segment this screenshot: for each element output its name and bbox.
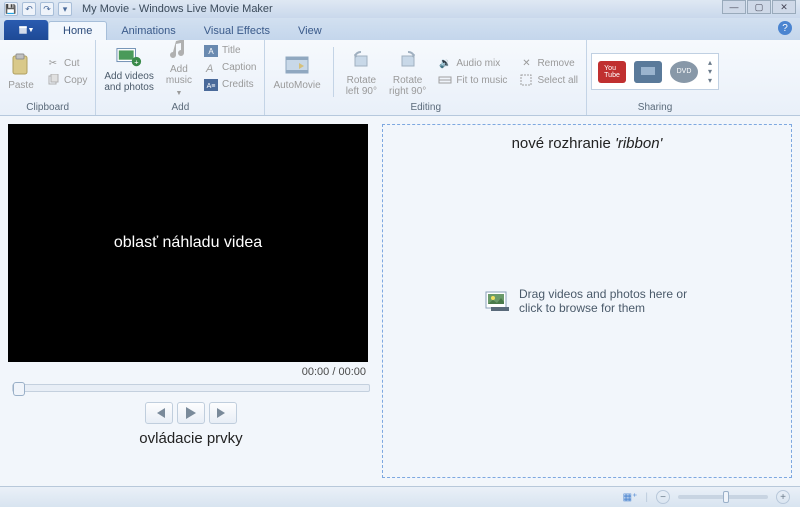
ribbon: Paste ✂ Cut Copy Clipboard + <box>0 40 800 116</box>
preview-overlay-label: oblasť náhladu videa <box>114 234 262 252</box>
zoom-thumb[interactable] <box>723 491 729 503</box>
tab-animations[interactable]: Animations <box>107 22 189 40</box>
storyboard-pane[interactable]: nové rozhranie 'ribbon' Drag videos and … <box>382 124 792 478</box>
group-sharing: YouTube DVD ▴▾▾ Sharing <box>587 40 723 115</box>
file-tab[interactable]: ▼ <box>4 20 48 40</box>
remove-button[interactable]: ✕ Remove <box>515 55 582 71</box>
svg-text:+: + <box>134 57 138 66</box>
ribbon-annotation: nové rozhranie 'ribbon' <box>383 125 791 152</box>
play-button[interactable] <box>177 402 205 424</box>
tab-view[interactable]: View <box>284 22 336 40</box>
paste-icon <box>8 52 34 78</box>
svg-text:A: A <box>208 47 214 56</box>
zoom-slider[interactable] <box>678 495 768 499</box>
add-videos-button[interactable]: + Add videos and photos <box>100 41 158 95</box>
drop-hint[interactable]: Drag videos and photos here or click to … <box>485 287 689 315</box>
select-all-icon <box>519 73 533 87</box>
preview-pane: oblasť náhladu videa 00:00 / 00:00 ovlád… <box>8 124 374 478</box>
media-icon <box>485 289 509 313</box>
title-icon: A <box>204 44 218 58</box>
tab-visual-effects[interactable]: Visual Effects <box>190 22 284 40</box>
help-button[interactable]: ? <box>778 21 792 35</box>
automovie-icon <box>284 52 310 78</box>
group-clipboard: Paste ✂ Cut Copy Clipboard <box>0 40 96 115</box>
qat-undo-icon[interactable]: ↶ <box>22 2 36 16</box>
paste-button[interactable]: Paste <box>4 50 38 93</box>
file-menu-icon <box>18 25 28 35</box>
add-music-button[interactable]: Add music ▼ <box>162 34 196 101</box>
seek-thumb[interactable] <box>13 382 25 396</box>
audio-mix-icon: 🔉 <box>438 56 452 70</box>
qat-dropdown-icon[interactable]: ▾ <box>58 2 72 16</box>
group-label-editing: Editing <box>269 101 582 113</box>
rotate-right-icon <box>395 47 421 73</box>
step-forward-icon <box>217 408 229 418</box>
content-area: oblasť náhladu videa 00:00 / 00:00 ovlád… <box>0 116 800 486</box>
step-back-icon <box>153 408 165 418</box>
close-button[interactable]: ✕ <box>772 0 796 14</box>
audio-mix-button[interactable]: 🔉 Audio mix <box>434 55 511 71</box>
play-icon <box>186 407 196 419</box>
rotate-right-button[interactable]: Rotate right 90° <box>385 45 430 99</box>
playback-controls <box>8 402 374 424</box>
tab-home[interactable]: Home <box>48 21 107 40</box>
svg-text:A: A <box>205 63 213 74</box>
caption-icon: A <box>204 61 218 75</box>
gallery-scroll[interactable]: ▴▾▾ <box>708 58 712 85</box>
youtube-icon: YouTube <box>598 61 626 83</box>
seek-slider[interactable] <box>12 384 370 392</box>
qat-save-icon[interactable]: 💾 <box>4 2 18 16</box>
chevron-down-icon: ▼ <box>175 88 182 99</box>
group-add: + Add videos and photos Add music ▼ A Ti… <box>96 40 265 115</box>
prev-frame-button[interactable] <box>145 402 173 424</box>
remove-icon: ✕ <box>519 56 533 70</box>
publish-icon <box>634 61 662 83</box>
cut-button[interactable]: ✂ Cut <box>42 55 91 71</box>
group-label-add: Add <box>100 101 260 113</box>
controls-annotation: ovládacie prvky <box>8 430 374 447</box>
copy-icon <box>46 73 60 87</box>
time-indicator: 00:00 / 00:00 <box>8 362 374 382</box>
zoom-out-button[interactable]: − <box>656 490 670 504</box>
window-title: My Movie - Windows Live Movie Maker <box>82 3 273 15</box>
title-button[interactable]: A Title <box>200 43 260 59</box>
cut-icon: ✂ <box>46 56 60 70</box>
zoom-in-button[interactable]: + <box>776 490 790 504</box>
maximize-button[interactable]: ▢ <box>747 0 771 14</box>
fit-to-music-button[interactable]: Fit to music <box>434 72 511 88</box>
quick-access-toolbar: 💾 ↶ ↷ ▾ <box>4 2 72 16</box>
select-all-button[interactable]: Select all <box>515 72 582 88</box>
credits-icon: A≡ <box>204 78 218 92</box>
group-editing: AutoMovie Rotate left 90° Rotate right 9… <box>265 40 587 115</box>
copy-button[interactable]: Copy <box>42 72 91 88</box>
svg-text:A≡: A≡ <box>207 83 216 90</box>
fit-to-music-icon <box>438 73 452 87</box>
group-label-sharing: Sharing <box>591 101 719 113</box>
rotate-left-icon <box>348 47 374 73</box>
automovie-button[interactable]: AutoMovie <box>269 50 324 93</box>
credits-button[interactable]: A≡ Credits <box>200 77 260 93</box>
group-label-clipboard: Clipboard <box>4 101 91 113</box>
ribbon-tabstrip: ▼ Home Animations Visual Effects View ? <box>0 18 800 40</box>
minimize-button[interactable]: — <box>722 0 746 14</box>
statusbar: ▦⁺ | − + <box>0 486 800 507</box>
sharing-gallery[interactable]: YouTube DVD ▴▾▾ <box>591 53 719 90</box>
caption-button[interactable]: A Caption <box>200 60 260 76</box>
dvd-icon: DVD <box>670 61 698 83</box>
qat-redo-icon[interactable]: ↷ <box>40 2 54 16</box>
video-preview[interactable]: oblasť náhladu videa <box>8 124 368 362</box>
titlebar: 💾 ↶ ↷ ▾ My Movie - Windows Live Movie Ma… <box>0 0 800 18</box>
next-frame-button[interactable] <box>209 402 237 424</box>
add-videos-icon: + <box>116 43 142 69</box>
rotate-left-button[interactable]: Rotate left 90° <box>342 45 381 99</box>
thumbnail-view-icon[interactable]: ▦⁺ <box>623 492 638 503</box>
window-controls: — ▢ ✕ <box>721 0 796 14</box>
